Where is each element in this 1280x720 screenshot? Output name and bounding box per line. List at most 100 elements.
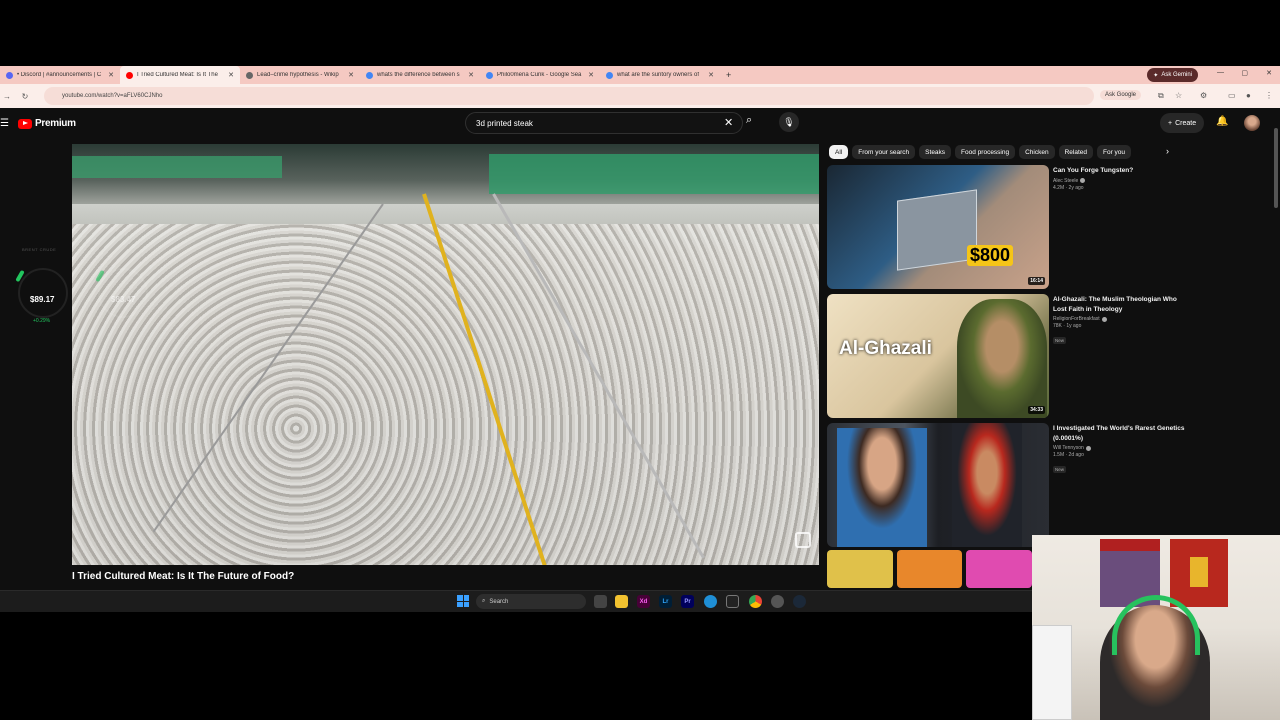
file-explorer-icon[interactable] — [615, 595, 628, 608]
browser-tab[interactable]: what are the suntory owners of ✕ — [600, 66, 720, 84]
chip[interactable]: For you — [1097, 145, 1132, 159]
tab-label: Lead–crime hypothesis - Wikip — [257, 72, 339, 78]
recommendation-item[interactable]: $800 16:14 Can You Forge Tungsten? Alec … — [827, 165, 1187, 289]
terminal-icon[interactable] — [726, 595, 739, 608]
recommendation-item[interactable]: I Investigated The World's Rarest Geneti… — [827, 423, 1187, 547]
close-icon[interactable]: ✕ — [468, 71, 474, 79]
chip[interactable]: From your search — [852, 145, 916, 159]
tab-label: • Discord | #announcements | C — [17, 72, 102, 78]
edge-icon[interactable] — [704, 595, 717, 608]
adobe-xd-icon[interactable]: Xd — [637, 595, 650, 608]
verified-icon — [1101, 316, 1107, 322]
more-icon[interactable]: ⋮ — [1265, 91, 1273, 100]
thumbnail-athlete — [952, 423, 1022, 547]
video-thumbnail[interactable] — [827, 423, 1049, 547]
search-icon[interactable]: ⌕ — [746, 114, 752, 127]
thumbnail-cartoon — [827, 550, 893, 588]
search-input[interactable]: 3d printed steak — [465, 112, 743, 134]
bookmark-star-icon[interactable]: ☆ — [1175, 91, 1182, 100]
windows-start-icon[interactable] — [457, 595, 469, 607]
reload-icon[interactable]: ↻ — [18, 92, 32, 101]
task-view-icon[interactable] — [594, 595, 607, 608]
lightroom-icon[interactable]: Lr — [659, 595, 672, 608]
video-player[interactable] — [72, 144, 819, 565]
channel-name[interactable]: ReligionForBreakfast — [1053, 316, 1187, 322]
url-field[interactable]: youtube.com/watch?v=aFLV60CJNho — [44, 87, 1094, 105]
chip[interactable]: Food processing — [955, 145, 1016, 159]
chip[interactable]: Chicken — [1019, 145, 1055, 159]
video-title[interactable]: Al-Ghazali: The Muslim Theologian Who Lo… — [1053, 295, 1187, 314]
notifications-bell-icon[interactable]: 🔔 — [1216, 116, 1228, 127]
browser-tab-active[interactable]: I Tried Cultured Meat: Is It The ✕ — [120, 66, 240, 84]
ask-gemini-label: Ask Gemini — [1161, 72, 1192, 78]
plus-icon: + — [1168, 119, 1173, 127]
tab-favicon — [366, 71, 373, 79]
close-icon[interactable]: ✕ — [108, 71, 114, 79]
video-title: I Tried Cultured Meat: Is It The Future … — [72, 571, 295, 582]
youtube-logo[interactable]: Premium — [18, 118, 76, 129]
close-icon[interactable]: ✕ — [588, 71, 594, 79]
chip[interactable]: All — [829, 145, 849, 159]
video-thumbnail[interactable]: Al-Ghazali 34:33 — [827, 294, 1049, 418]
new-badge: New — [1053, 466, 1067, 473]
tab-favicon — [246, 71, 253, 79]
mic-icon[interactable]: 🎙 — [779, 112, 799, 132]
webcam-overlay — [1032, 535, 1280, 720]
recommendation-item[interactable]: Al-Ghazali 34:33 Al-Ghazali: The Muslim … — [827, 294, 1187, 418]
browser-tab[interactable]: Philo0mena Cunk - Google Sea ✕ — [480, 66, 600, 84]
channel-label: ReligionForBreakfast — [1053, 316, 1100, 322]
sidebar-icon[interactable]: ▭ — [1228, 91, 1236, 100]
close-icon[interactable]: ✕ — [228, 71, 234, 79]
profile-icon[interactable]: ● — [1246, 91, 1251, 100]
install-icon[interactable]: ⧉ — [1158, 91, 1164, 101]
avatar[interactable] — [1244, 115, 1260, 131]
close-window-icon[interactable]: ✕ — [1266, 69, 1272, 77]
channel-watermark-icon[interactable] — [795, 532, 811, 548]
video-stats: 1.5M · 2d ago — [1053, 452, 1084, 458]
youtube-play-icon — [18, 118, 32, 129]
tab-favicon — [486, 71, 493, 79]
close-icon[interactable]: ✕ — [708, 71, 714, 79]
channel-name[interactable]: Alec Steele — [1053, 178, 1187, 184]
ask-gemini-button[interactable]: ✦ Ask Gemini — [1147, 68, 1198, 82]
steam-icon[interactable] — [793, 595, 806, 608]
channel-name[interactable]: Will Tennyson — [1053, 445, 1187, 451]
new-tab-icon[interactable]: + — [726, 70, 731, 80]
chip[interactable]: Related — [1058, 145, 1093, 159]
tab-label: I Tried Cultured Meat: Is It The — [137, 72, 218, 78]
browser-tab[interactable]: • Discord | #announcements | C ✕ — [0, 66, 120, 84]
close-icon[interactable]: ✕ — [348, 71, 354, 79]
extensions-icon[interactable]: ⚙ — [1200, 91, 1207, 100]
video-stats: 78K · 1y ago — [1053, 323, 1082, 329]
address-bar: → ↻ youtube.com/watch?v=aFLV60CJNho Ask … — [0, 84, 1280, 108]
taskbar-search[interactable]: ⌕ Search — [476, 594, 586, 609]
video-title[interactable]: Can You Forge Tungsten? — [1053, 166, 1187, 176]
search-icon: ⌕ — [482, 598, 486, 604]
recommendation-thumbnail-partial[interactable] — [827, 550, 1032, 588]
premiere-icon[interactable]: Pr — [681, 595, 694, 608]
video-thumbnail[interactable]: $800 16:14 — [827, 165, 1049, 289]
forward-icon[interactable]: → — [0, 92, 14, 101]
browser-tab[interactable]: Lead–crime hypothesis - Wikip ✕ — [240, 66, 360, 84]
channel-label: Alec Steele — [1053, 177, 1079, 184]
minimize-icon[interactable]: — — [1217, 69, 1224, 76]
chip[interactable]: Steaks — [919, 145, 952, 159]
price-change: +0.29% — [33, 318, 51, 324]
ask-google-button[interactable]: Ask Google — [1100, 90, 1142, 100]
chevron-right-icon[interactable]: › — [1166, 146, 1169, 156]
video-title[interactable]: I Investigated The World's Rarest Geneti… — [1053, 424, 1187, 443]
page-scrollbar[interactable] — [1274, 128, 1278, 208]
browser-tab[interactable]: whats the difference between s ✕ — [360, 66, 480, 84]
chrome-icon[interactable] — [749, 595, 762, 608]
price-gauge — [18, 268, 68, 318]
clear-search-icon[interactable]: ✕ — [724, 116, 733, 129]
webcam-shelf — [1032, 625, 1072, 720]
search-query: 3d printed steak — [476, 118, 533, 128]
obs-icon[interactable] — [771, 595, 784, 608]
maximize-icon[interactable]: ▢ — [1241, 69, 1248, 77]
video-frame-curtain — [489, 154, 819, 194]
create-button[interactable]: + Create — [1160, 113, 1205, 133]
hamburger-menu-icon[interactable]: ☰ — [0, 118, 9, 129]
video-meta: Al-Ghazali: The Muslim Theologian Who Lo… — [1053, 295, 1187, 347]
channel-label: Will Tennyson — [1053, 445, 1084, 451]
